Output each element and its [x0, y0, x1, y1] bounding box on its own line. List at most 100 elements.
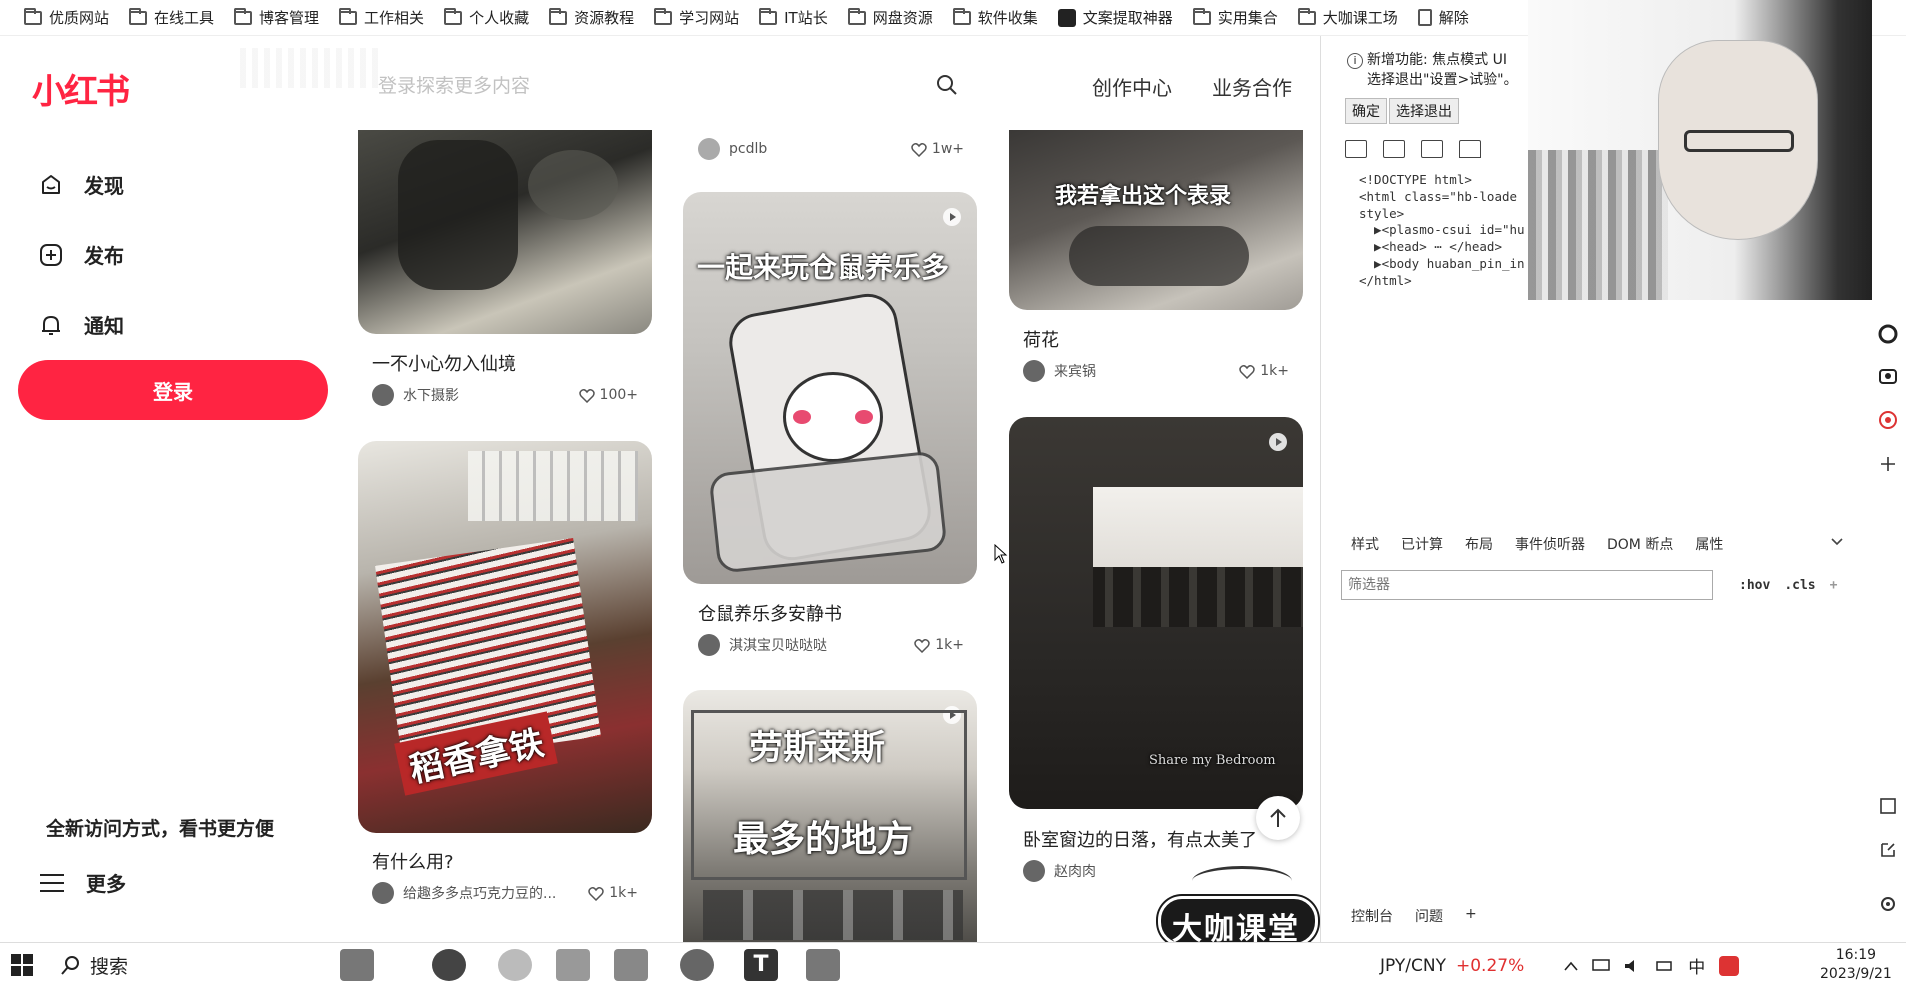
windows-start-icon[interactable]	[10, 953, 34, 977]
like-button[interactable]: 1k+	[1239, 363, 1289, 379]
bookmark-item[interactable]: 在线工具	[119, 4, 224, 32]
taskbar-app-icon[interactable]	[614, 949, 648, 981]
devtools-tab[interactable]: 已计算	[1401, 534, 1443, 554]
currency-ticker[interactable]: JPY/CNY +0.27%	[1380, 956, 1524, 976]
dom-node-line[interactable]: style>	[1359, 206, 1525, 223]
hov-toggle[interactable]: :hov	[1739, 578, 1770, 593]
home-icon[interactable]	[1459, 140, 1481, 158]
circle-app-icon[interactable]	[1878, 324, 1898, 344]
taskbar-app-icon[interactable]	[556, 949, 590, 981]
like-button[interactable]: 1k+	[588, 885, 638, 901]
devtools-tab[interactable]: DOM 断点	[1607, 534, 1673, 554]
dom-node-line[interactable]: ▶<plasmo-csui id="hu	[1359, 222, 1525, 239]
browser-icon[interactable]	[498, 949, 532, 981]
typora-icon[interactable]: T	[744, 949, 778, 981]
chevron-down-icon[interactable]	[1831, 534, 1843, 550]
bookmark-item[interactable]: 个人收藏	[434, 4, 539, 32]
author[interactable]: pcdlb	[698, 138, 767, 160]
bookmark-item[interactable]: 学习网站	[644, 4, 749, 32]
card-title[interactable]: 卧室窗边的日落，有点太美了	[1023, 826, 1257, 852]
drawer-tab[interactable]: 控制台	[1351, 906, 1393, 926]
bookmark-item[interactable]: 资源教程	[539, 4, 644, 32]
screenshot-icon[interactable]	[1878, 796, 1898, 816]
devtools-tab[interactable]: 事件侦听器	[1515, 534, 1585, 554]
bookmark-item[interactable]: 博客管理	[224, 4, 329, 32]
devtools-tab[interactable]: 布局	[1465, 534, 1493, 554]
card-image[interactable]: 一起来玩仓鼠养乐多	[683, 192, 977, 584]
ime-indicator[interactable]: 中	[1688, 953, 1705, 978]
volume-icon[interactable]	[1624, 959, 1642, 973]
cls-toggle[interactable]: .cls	[1784, 578, 1815, 593]
search-input[interactable]	[378, 75, 918, 97]
styles-filter-input[interactable]	[1341, 570, 1713, 600]
network-icon[interactable]	[1592, 958, 1610, 973]
external-link-icon[interactable]	[1878, 840, 1898, 860]
creator-center-link[interactable]: 创作中心	[1092, 72, 1172, 101]
like-button[interactable]: 1k+	[914, 637, 964, 653]
bookmark-item[interactable]: 大咖课工场	[1288, 4, 1408, 32]
author[interactable]: 来宾锅	[1023, 360, 1096, 382]
card-image[interactable]: 稻香拿铁	[358, 441, 652, 833]
author[interactable]: 淇淇宝贝哒哒哒	[698, 634, 827, 656]
sidebar-item-notify[interactable]: 通知	[38, 310, 124, 339]
bookmark-item[interactable]: 软件收集	[943, 4, 1048, 32]
battery-icon[interactable]	[1656, 959, 1674, 973]
card-title[interactable]: 有什么用?	[372, 848, 454, 874]
search-icon[interactable]	[936, 74, 958, 100]
card-image[interactable]	[358, 130, 652, 334]
like-button[interactable]: 1w+	[911, 141, 964, 157]
devtools-tab[interactable]: 样式	[1351, 534, 1379, 554]
settings-icon[interactable]	[1878, 894, 1898, 914]
bookmark-item[interactable]: 优质网站	[14, 4, 119, 32]
bookmark-item[interactable]: 工作相关	[329, 4, 434, 32]
taskbar-app-icon[interactable]	[432, 949, 466, 981]
camera-app-icon[interactable]	[1878, 366, 1898, 386]
card-title[interactable]: 仓鼠养乐多安静书	[698, 600, 842, 626]
folder-icon	[234, 7, 253, 25]
sogou-icon[interactable]	[1719, 955, 1740, 976]
plus-icon[interactable]	[1878, 454, 1898, 474]
drawer-tab[interactable]: +	[1465, 906, 1477, 926]
sidebar-item-discover[interactable]: 发现	[38, 170, 124, 199]
card-title[interactable]: 荷花	[1023, 326, 1059, 352]
folder-icon[interactable]	[806, 949, 840, 981]
card-image[interactable]: 我若拿出这个表录	[1009, 130, 1303, 310]
device-toggle-icon[interactable]	[1383, 140, 1405, 158]
author[interactable]: 给趣多多点巧克力豆的...	[372, 882, 556, 904]
bookmark-item[interactable]: IT站长	[749, 4, 838, 32]
taskbar-app-icon[interactable]	[680, 949, 714, 981]
author[interactable]: 赵肉肉	[1023, 860, 1096, 882]
chevron-up-icon[interactable]	[1564, 961, 1578, 971]
dom-node-line[interactable]: ▶<head> ⋯ </head>	[1359, 239, 1525, 256]
xiaohongshu-logo[interactable]: 小红书	[32, 64, 130, 113]
inspect-icon[interactable]	[1345, 140, 1367, 158]
author[interactable]: 水下摄影	[372, 384, 459, 406]
flower-app-icon[interactable]	[1878, 410, 1898, 430]
dock-icon[interactable]	[1421, 140, 1443, 158]
scroll-to-top-button[interactable]	[1256, 796, 1300, 840]
sidebar-item-publish[interactable]: 发布	[38, 240, 124, 269]
drawer-tab[interactable]: 问题	[1415, 906, 1443, 926]
devtools-tab[interactable]: 属性	[1695, 534, 1723, 554]
dom-node-line[interactable]: <html class="hb-loade	[1359, 189, 1525, 206]
card-image[interactable]: 劳斯莱斯 最多的地方	[683, 690, 977, 942]
bookmark-item[interactable]: 实用集合	[1183, 4, 1288, 32]
taskbar-clock[interactable]: 16:19 2023/9/21	[1820, 946, 1892, 984]
bookmark-item[interactable]: 网盘资源	[838, 4, 943, 32]
dom-node-line[interactable]: ▶<body huaban_pin_in	[1359, 256, 1525, 273]
business-link[interactable]: 业务合作	[1212, 72, 1292, 101]
taskbar-app-icon[interactable]	[340, 949, 374, 981]
bookmark-item[interactable]: 文案提取神器	[1048, 4, 1183, 32]
like-button[interactable]: 100+	[578, 387, 638, 403]
taskbar-search[interactable]: 搜索	[60, 949, 330, 981]
opt-out-button[interactable]: 选择退出	[1389, 98, 1459, 124]
bookmark-item[interactable]: 解除	[1408, 4, 1479, 32]
dom-node-line[interactable]: <!DOCTYPE html>	[1359, 172, 1525, 189]
new-rule-button[interactable]: +	[1830, 578, 1838, 593]
login-button[interactable]: 登录	[18, 360, 328, 420]
card-image[interactable]: Share my Bedroom	[1009, 417, 1303, 809]
card-title[interactable]: 一不小心勿入仙境	[372, 350, 516, 376]
confirm-button[interactable]: 确定	[1345, 98, 1387, 124]
dom-node-line[interactable]: </html>	[1359, 273, 1525, 290]
more-menu-button[interactable]: 更多	[40, 868, 126, 897]
